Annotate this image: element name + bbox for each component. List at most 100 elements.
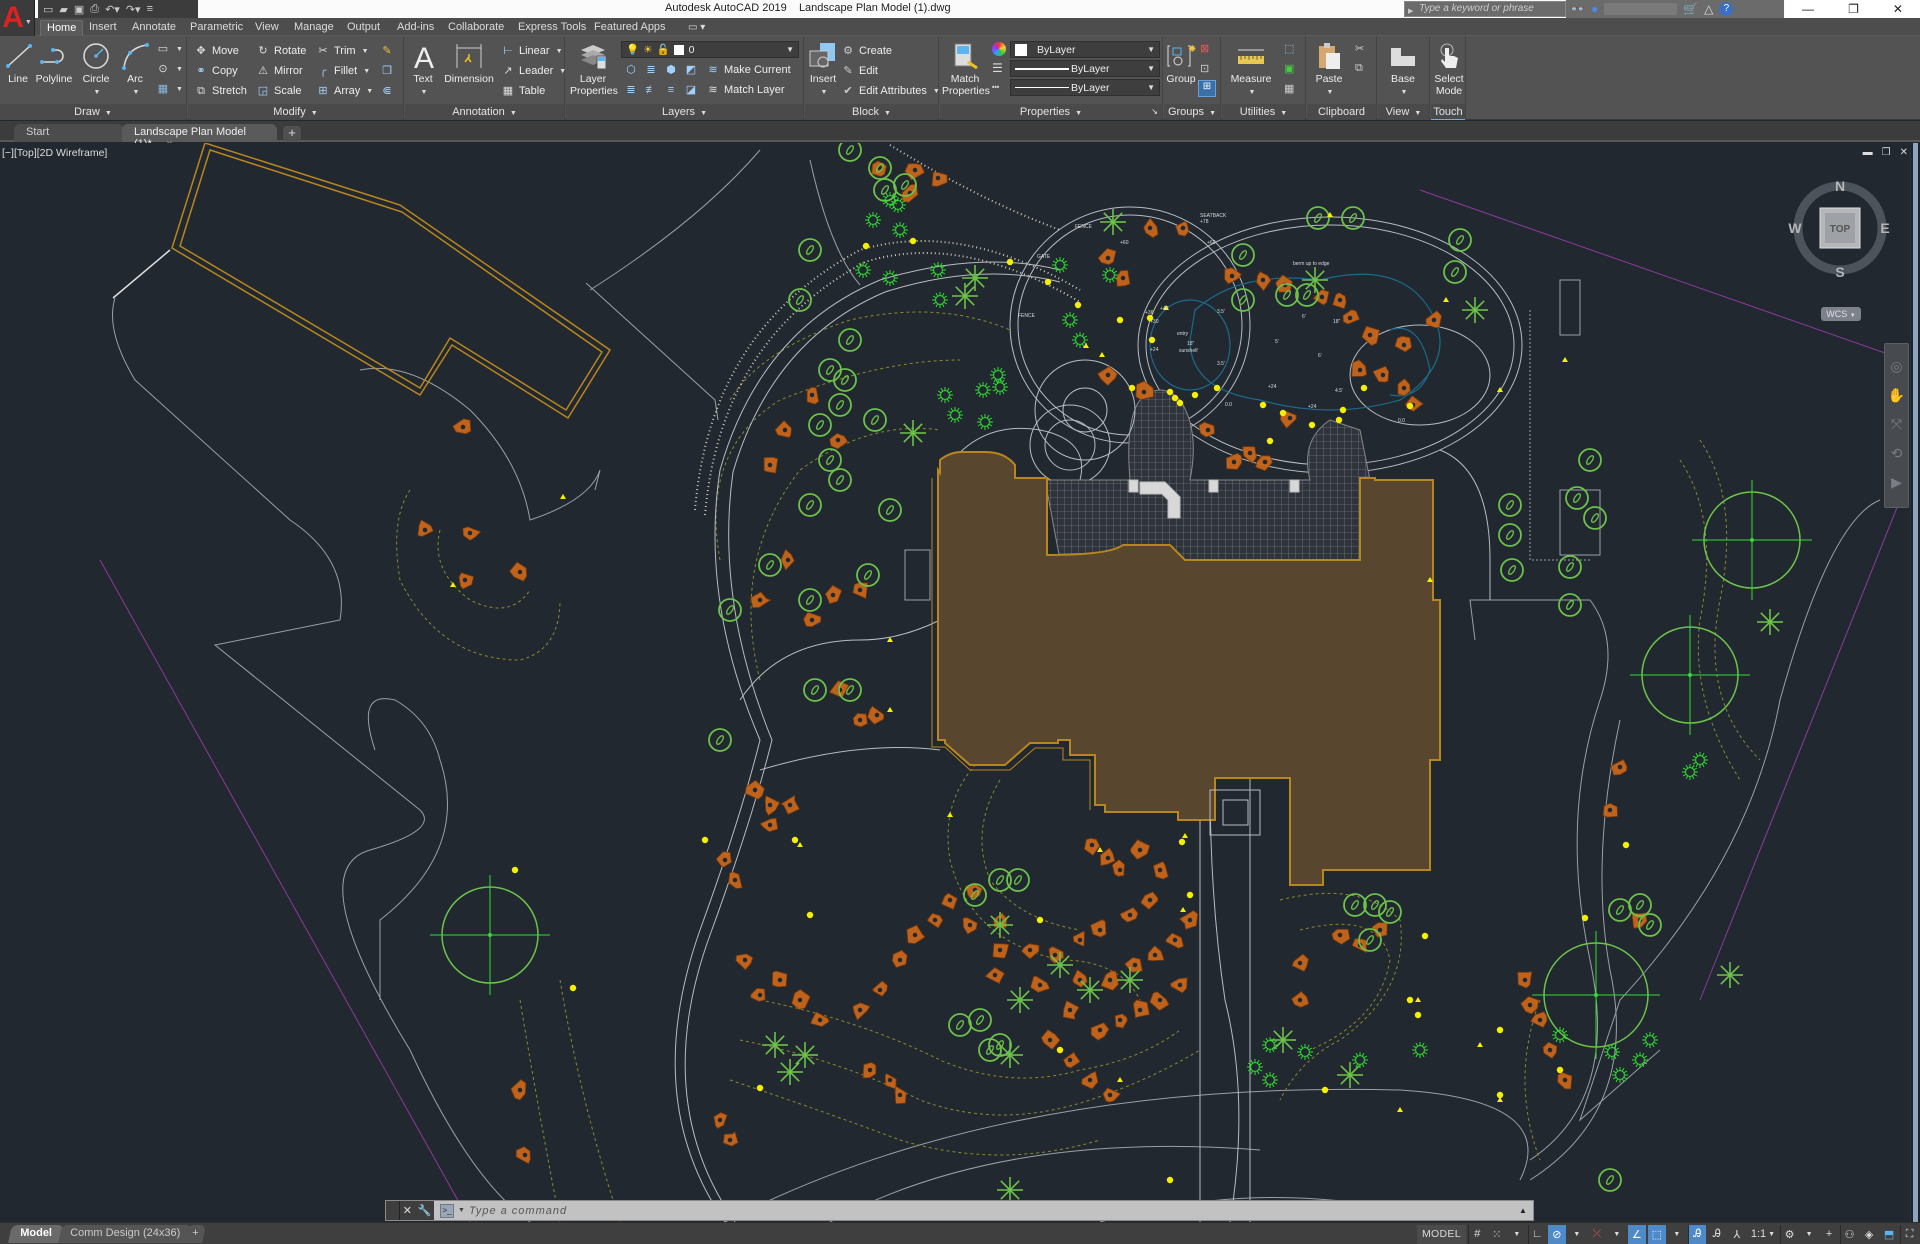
vertical-scrollbar[interactable] <box>1910 143 1920 1222</box>
viewport-minimize-icon[interactable]: ▬ <box>1863 147 1873 158</box>
tab-output[interactable]: Output <box>341 20 386 36</box>
drawing-viewport[interactable]: FENCE GATE FENCE SEATBACK +78 +60 +60 be… <box>0 143 1910 1222</box>
polyline-button[interactable]: Polyline <box>34 42 74 85</box>
line-button[interactable]: Line <box>4 42 32 85</box>
tab-manage[interactable]: Manage <box>288 20 340 36</box>
new-icon[interactable]: ▭ <box>43 3 53 16</box>
undo-icon[interactable]: ↶▾ <box>105 3 120 16</box>
polar-tracking-icon[interactable]: ⊘ <box>1547 1224 1566 1244</box>
tab-home[interactable]: Home <box>40 20 84 36</box>
tab-featured-apps[interactable]: Featured Apps <box>588 20 672 36</box>
prompt-icon[interactable]: >_ <box>440 1203 454 1218</box>
group-button[interactable]: ✸ Group <box>1166 42 1196 85</box>
binoculars-icon[interactable]: 👓 <box>1570 2 1585 16</box>
compass-west[interactable]: W <box>1788 220 1802 236</box>
user-icon[interactable]: ● <box>1591 2 1598 16</box>
viewport-controls-label[interactable]: [−][Top][2D Wireframe] <box>2 147 107 159</box>
model-space-button[interactable]: MODEL <box>1417 1224 1466 1244</box>
groups-panel-label[interactable]: Groups ▼ <box>1164 104 1220 120</box>
color-wheel-icon[interactable] <box>992 42 1006 56</box>
restore-button[interactable]: ❐ <box>1848 2 1859 16</box>
hardware-acceleration-icon[interactable]: ◈ <box>1860 1225 1878 1244</box>
select-all-icon[interactable]: ▣ <box>1284 62 1294 75</box>
compass-south[interactable]: S <box>1835 264 1844 280</box>
layers-panel-label[interactable]: Layers ▼ <box>566 104 803 120</box>
layer-properties-button[interactable]: Layer Properties <box>570 42 618 97</box>
scrollbar-thumb[interactable] <box>1913 143 1918 1222</box>
chevron-down-icon[interactable]: ▼ <box>133 89 140 96</box>
chevron-down-icon[interactable]: ▼ <box>94 89 101 96</box>
compass-east[interactable]: E <box>1880 220 1889 236</box>
touch-panel-label[interactable]: Touch <box>1431 104 1465 120</box>
select-mode-button[interactable]: Select Mode <box>1433 42 1465 97</box>
fullscreen-icon[interactable]: ⛶ <box>1900 1224 1918 1244</box>
chevron-down-icon[interactable]: ▼ <box>1568 1225 1586 1244</box>
linetype-dropdown[interactable]: ByLayer ▼ <box>1010 79 1160 96</box>
quick-select-icon[interactable]: ⬚ <box>1284 42 1294 55</box>
layer-match-icon[interactable]: ≣ <box>644 63 658 77</box>
tab-annotate[interactable]: Annotate <box>126 20 182 36</box>
circle-button[interactable]: Circle ▼ <box>78 42 114 99</box>
object-snap-tracking-icon[interactable]: ∠ <box>1627 1224 1646 1244</box>
calculator-icon[interactable]: ▦ <box>1284 82 1294 95</box>
measure-button[interactable]: Measure ▼ <box>1226 42 1276 99</box>
rotate-button[interactable]: ↻ Rotate <box>256 44 306 58</box>
annotation-scale-icon[interactable]: ⅄ <box>1728 1225 1746 1244</box>
help-icon[interactable]: ? <box>1719 2 1734 16</box>
chevron-down-icon[interactable]: ▼ <box>1668 1225 1686 1244</box>
layer-dropdown[interactable]: 💡 ☀ 🔓 0 ▼ <box>621 41 799 58</box>
rectangle-button[interactable]: ▭ ▼ <box>156 42 183 56</box>
showmotion-icon[interactable]: ▶ <box>1891 474 1902 491</box>
array-button[interactable]: ⊞ Array ▼ <box>316 84 373 98</box>
tab-add-ins[interactable]: Add-ins <box>391 20 440 36</box>
open-icon[interactable]: ▰ <box>59 3 67 16</box>
orbit-icon[interactable]: ⟲ <box>1891 445 1903 462</box>
steering-wheel-icon[interactable]: ◎ <box>1890 358 1902 375</box>
layer-previous-icon[interactable]: ≣ <box>624 83 638 97</box>
linear-button[interactable]: ⊢ Linear ▼ <box>501 44 562 58</box>
drag-handle[interactable] <box>386 1201 400 1220</box>
application-menu-button[interactable]: A ▼ <box>0 0 35 36</box>
layer-isolate-icon[interactable]: ⬡ <box>624 63 638 77</box>
viewcube[interactable]: TOP N S E W <box>1787 175 1893 281</box>
layout-tab-comm-design[interactable]: Comm Design (24x36) <box>58 1225 192 1243</box>
table-button[interactable]: ▦ Table <box>501 84 546 98</box>
wcs-menu-button[interactable]: WCS ▼ <box>1821 307 1861 321</box>
text-button[interactable]: A Text ▼ <box>409 42 437 99</box>
grid-icon[interactable]: # <box>1467 1224 1486 1244</box>
annotation-visibility-icon[interactable]: Ꭿ <box>1687 1224 1706 1244</box>
layer-unlock-icon[interactable]: ◪ <box>684 83 698 97</box>
cart-icon[interactable]: 🛒 <box>1683 2 1698 16</box>
isodraft-icon[interactable]: ⤫ <box>1588 1225 1606 1244</box>
tab-collaborate[interactable]: Collaborate <box>442 20 510 36</box>
edit-attributes-button[interactable]: ✔ Edit Attributes ▼ <box>841 84 939 98</box>
command-input[interactable] <box>468 1204 1513 1217</box>
viewcube-top-label[interactable]: TOP <box>1830 224 1851 235</box>
match-properties-button[interactable]: Match Properties <box>942 42 990 97</box>
viewport-close-icon[interactable]: ✕ <box>1900 147 1908 158</box>
insert-button[interactable]: Insert ▼ <box>807 42 839 99</box>
layout-tab-model[interactable]: Model <box>8 1225 64 1243</box>
leader-button[interactable]: ↗ Leader ▼ <box>501 64 566 78</box>
workspace-gear-icon[interactable]: ⚙ <box>1780 1224 1798 1244</box>
sign-in-field[interactable] <box>1604 3 1678 15</box>
zoom-extents-icon[interactable]: ⤧ <box>1891 416 1902 433</box>
chevron-up-icon[interactable]: ▲ <box>1513 1206 1533 1215</box>
annotation-panel-label[interactable]: Annotation ▼ <box>405 104 564 120</box>
create-block-button[interactable]: ⚙ Create <box>841 44 892 58</box>
layer-freeze-icon[interactable]: ≡ <box>664 83 678 97</box>
paste-button[interactable]: Paste ▼ <box>1311 42 1347 99</box>
group-selection-icon[interactable]: ⊞ <box>1198 80 1216 97</box>
group-edit-icon[interactable]: ⊡ <box>1200 62 1209 75</box>
erase-button[interactable]: ✎ <box>380 44 394 58</box>
chevron-down-icon[interactable]: ▼ <box>1800 1225 1818 1244</box>
chevron-down-icon[interactable]: ▼ <box>1508 1225 1526 1244</box>
ungroup-icon[interactable]: ⊠ <box>1200 42 1209 55</box>
layer-thaw-icon[interactable]: ☀ <box>643 44 652 56</box>
close-icon[interactable]: ✕ <box>403 1204 412 1217</box>
tab-express-tools[interactable]: Express Tools <box>512 20 592 36</box>
minimize-button[interactable]: — <box>1802 2 1814 16</box>
new-tab-button[interactable]: + <box>283 126 301 141</box>
save-icon[interactable]: ▣ <box>74 3 84 16</box>
utilities-panel-label[interactable]: Utilities ▼ <box>1222 104 1305 120</box>
